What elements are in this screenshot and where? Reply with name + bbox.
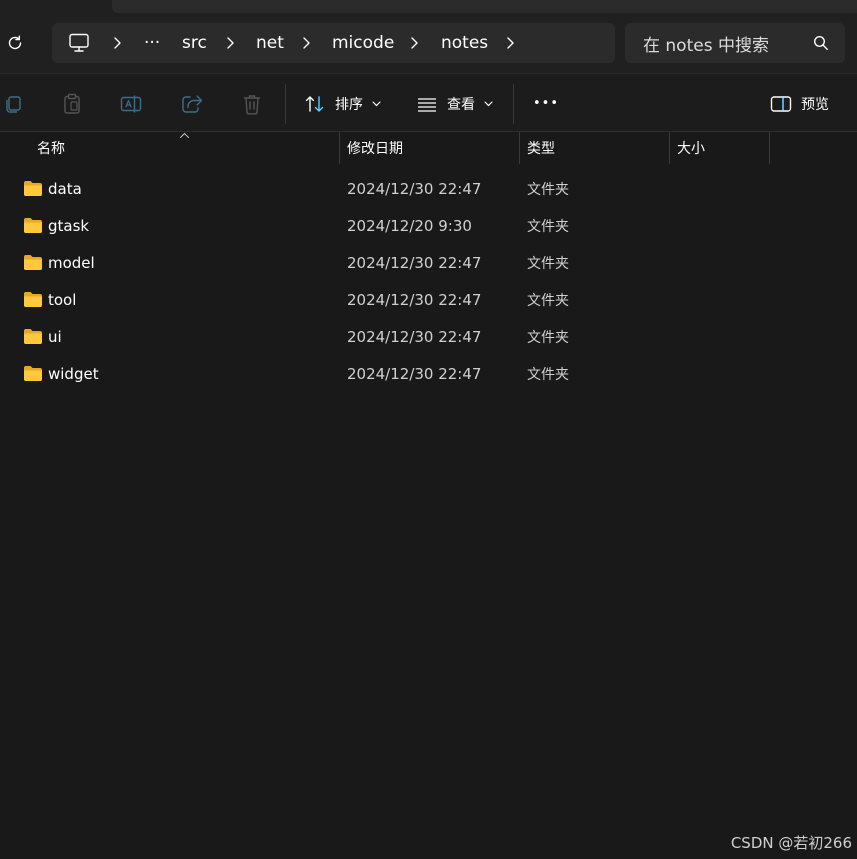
chevron-right-icon[interactable]	[409, 23, 419, 63]
list-item[interactable]: model 2024/12/30 22:47 文件夹	[0, 244, 857, 281]
column-divider[interactable]	[769, 132, 770, 164]
search-icon[interactable]	[813, 35, 829, 51]
breadcrumb-item-notes[interactable]: notes	[441, 23, 488, 63]
file-type: 文件夹	[527, 218, 569, 235]
file-date: 2024/12/20 9:30	[347, 216, 472, 235]
chevron-right-icon[interactable]	[505, 23, 515, 63]
view-label: 查看	[447, 96, 475, 113]
file-name: widget	[48, 364, 99, 383]
copy-button[interactable]	[2, 93, 24, 115]
refresh-icon	[8, 35, 22, 50]
list-item[interactable]: widget 2024/12/30 22:47 文件夹	[0, 355, 857, 392]
view-button[interactable]: 查看	[416, 74, 493, 133]
more-options-button[interactable]: •••	[533, 74, 559, 133]
share-button[interactable]	[181, 93, 203, 115]
command-bar: 排序 查看 ••• 预览	[0, 73, 857, 132]
preview-pane-icon	[770, 95, 792, 112]
folder-icon	[24, 255, 42, 270]
chevron-right-icon[interactable]	[112, 23, 122, 63]
computer-icon	[69, 33, 89, 52]
list-item[interactable]: data 2024/12/30 22:47 文件夹	[0, 170, 857, 207]
trash-icon	[243, 95, 261, 115]
toolbar-divider	[285, 84, 286, 124]
list-item[interactable]: tool 2024/12/30 22:47 文件夹	[0, 281, 857, 318]
file-explorer-window: ··· src net micode notes 在 notes 中搜索 排序 …	[0, 0, 857, 859]
window-tab[interactable]	[112, 0, 857, 13]
toolbar-divider	[513, 84, 514, 124]
folder-icon	[24, 181, 42, 196]
file-name: tool	[48, 290, 77, 309]
list-item[interactable]: gtask 2024/12/20 9:30 文件夹	[0, 207, 857, 244]
column-divider[interactable]	[339, 132, 340, 164]
paste-button[interactable]	[61, 93, 83, 115]
file-name: ui	[48, 327, 62, 346]
sort-button[interactable]: 排序	[304, 74, 381, 133]
list-item[interactable]: ui 2024/12/30 22:47 文件夹	[0, 318, 857, 355]
rename-icon	[120, 95, 142, 113]
column-date-modified[interactable]: 修改日期	[347, 132, 403, 164]
column-type[interactable]: 类型	[527, 132, 555, 164]
column-divider[interactable]	[669, 132, 670, 164]
watermark: CSDN @若初266	[730, 834, 852, 852]
chevron-right-icon[interactable]	[225, 23, 235, 63]
file-date: 2024/12/30 22:47	[347, 179, 482, 198]
file-list: data 2024/12/30 22:47 文件夹 gtask 2024/12/…	[0, 170, 857, 392]
search-placeholder: 在 notes 中搜索	[643, 35, 769, 56]
folder-icon	[24, 366, 42, 381]
file-type: 文件夹	[527, 292, 569, 309]
share-icon	[182, 95, 203, 113]
chevron-down-icon	[484, 100, 493, 106]
column-header: 名称 修改日期 类型 大小	[0, 132, 857, 164]
address-row: ··· src net micode notes 在 notes 中搜索	[0, 13, 857, 73]
file-type: 文件夹	[527, 255, 569, 272]
breadcrumb-item-src[interactable]: src	[182, 23, 207, 63]
file-date: 2024/12/30 22:47	[347, 290, 482, 309]
column-name[interactable]: 名称	[37, 132, 65, 164]
sort-ascending-icon	[179, 132, 190, 139]
column-divider[interactable]	[519, 132, 520, 164]
file-type: 文件夹	[527, 181, 569, 198]
file-name: model	[48, 253, 95, 272]
search-input[interactable]: 在 notes 中搜索	[625, 23, 845, 63]
refresh-button[interactable]	[2, 30, 28, 56]
delete-button[interactable]	[241, 93, 263, 115]
chevron-down-icon	[372, 100, 381, 106]
clipboard-icon	[64, 93, 80, 114]
file-type: 文件夹	[527, 329, 569, 346]
chevron-right-icon[interactable]	[301, 23, 311, 63]
breadcrumb-item-micode[interactable]: micode	[332, 23, 394, 63]
sort-icon	[305, 95, 324, 112]
rename-button[interactable]	[120, 93, 142, 115]
file-name: data	[48, 179, 82, 198]
folder-icon	[24, 218, 42, 233]
folder-icon	[24, 329, 42, 344]
preview-label: 预览	[801, 96, 829, 113]
file-date: 2024/12/30 22:47	[347, 364, 482, 383]
sort-label: 排序	[335, 96, 363, 113]
breadcrumb-item-net[interactable]: net	[256, 23, 284, 63]
file-name: gtask	[48, 216, 90, 235]
title-strip	[0, 0, 857, 13]
copy-icon	[6, 96, 21, 113]
column-size[interactable]: 大小	[677, 132, 705, 164]
breadcrumb[interactable]: ··· src net micode notes	[52, 23, 615, 63]
breadcrumb-overflow-button[interactable]: ···	[144, 23, 160, 63]
view-list-icon	[418, 97, 436, 112]
file-type: 文件夹	[527, 366, 569, 383]
preview-pane-button[interactable]: 预览	[770, 74, 829, 133]
computer-breadcrumb-button[interactable]	[68, 23, 90, 63]
file-date: 2024/12/30 22:47	[347, 327, 482, 346]
file-date: 2024/12/30 22:47	[347, 253, 482, 272]
folder-icon	[24, 292, 42, 307]
